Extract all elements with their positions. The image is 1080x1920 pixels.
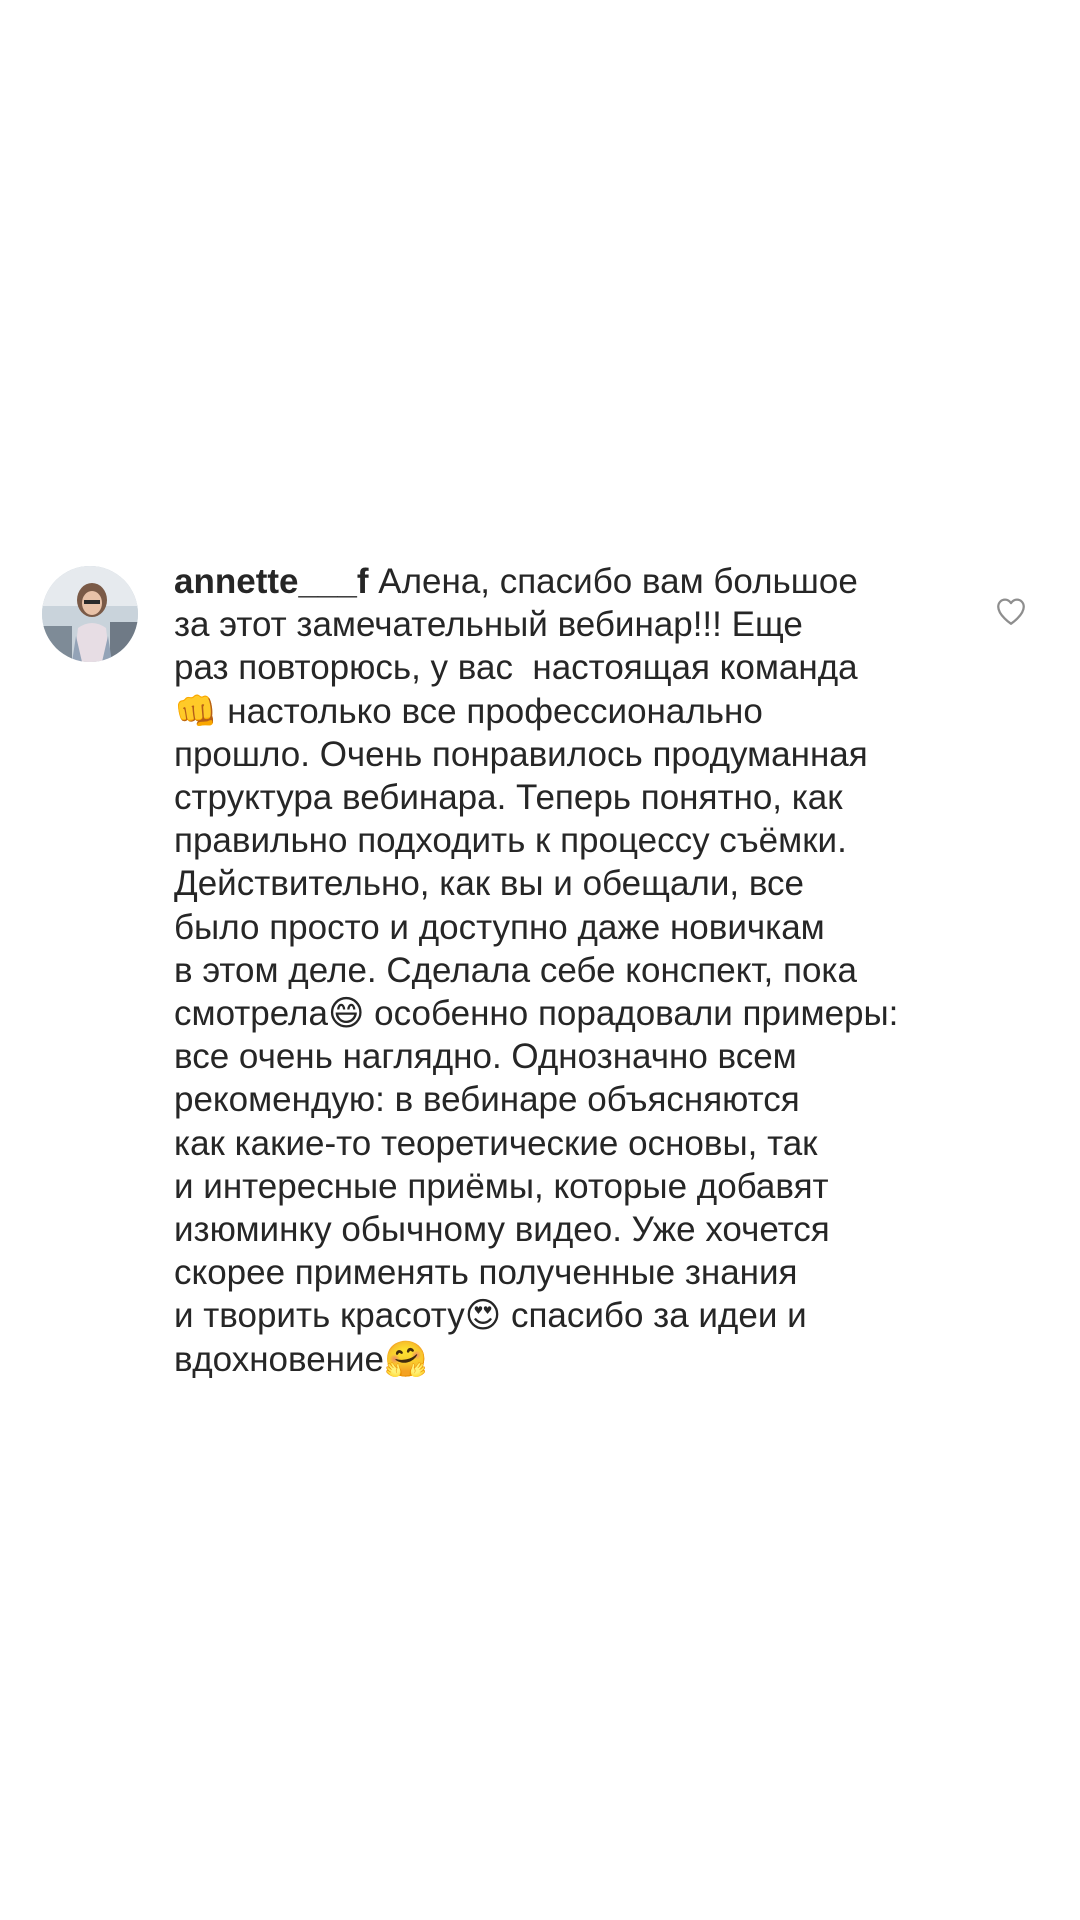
comment-line: было просто и доступно даже новичкам (174, 907, 825, 947)
comment-line: и интересные приёмы, которые добавят (174, 1166, 829, 1206)
comment-line: структура вебинара. Теперь понятно, как (174, 778, 843, 818)
comment-line: 👊 настолько все профессионально (174, 691, 763, 731)
comment-line: смотрела😄 особенно порадовали примеры: (174, 994, 899, 1034)
avatar[interactable] (42, 566, 138, 662)
comment-line: правильно подходить к процессу съёмки. (174, 821, 847, 861)
comment-line: изюминку обычному видео. Уже хочется (174, 1210, 830, 1250)
comment-line: скорее применять полученные знания (174, 1253, 798, 1293)
comment-line: annette___f Алена, спасибо вам большое (174, 560, 974, 603)
username-link[interactable]: annette___f (174, 562, 369, 601)
comment-line: прошло. Очень понравилось продуманная (174, 734, 868, 774)
comment-line: как какие-то теоретические основы, так (174, 1123, 818, 1163)
comment-body: annette___f Алена, спасибо вам большое з… (174, 560, 974, 1381)
heart-outline-icon[interactable] (994, 594, 1028, 628)
comment-line: за этот замечательный вебинар!!! Еще (174, 605, 803, 645)
comment-line: и творить красоту😍 спасибо за идеи и (174, 1296, 807, 1336)
comment-line: раз повторюсь, у вас настоящая команда (174, 648, 858, 688)
comment-line: рекомендую: в вебинаре объясняются (174, 1080, 800, 1120)
comment-line: вдохновение🤗 (174, 1339, 428, 1379)
comment-line: все очень наглядно. Однозначно всем (174, 1037, 797, 1077)
comment-line: в этом деле. Сделала себе конспект, пока (174, 950, 857, 990)
comment-line: Действительно, как вы и обещали, все (174, 864, 804, 904)
comment-text: Алена, спасибо вам большое (368, 562, 858, 601)
